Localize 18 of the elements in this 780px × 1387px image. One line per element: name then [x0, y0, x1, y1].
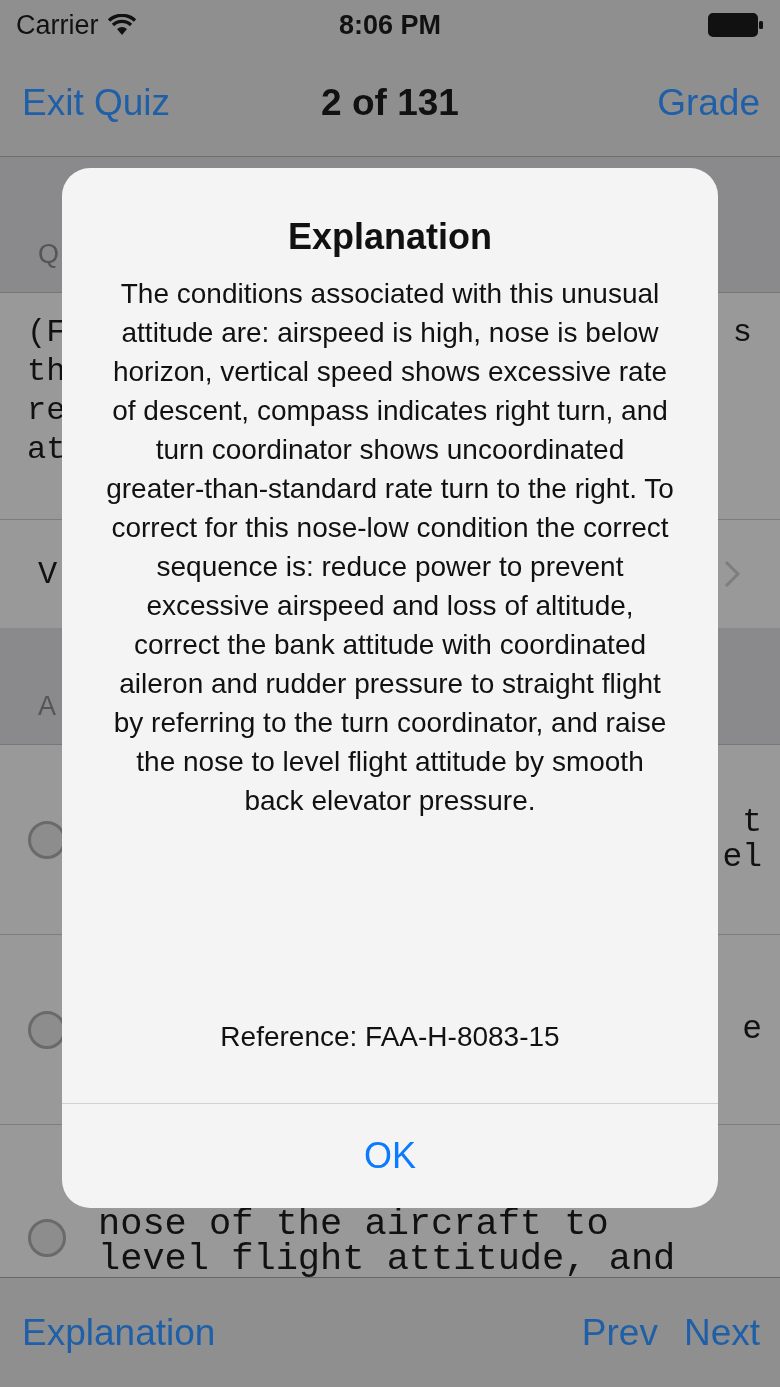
answer-text: e [742, 1012, 762, 1047]
alert-message: The conditions associated with this unusual attitude are: airspeed is high, nose is below horizon, vertical speed shows excessive rate of descent, compass indicates right turn, and turn coordinator shows uncoordinated greater-than-standard rate turn to the right. To correct for this nose-low condition the correct sequence is: reduce power to prevent excessive airspeed and loss of altitude, correct the bank attitude with coordinated aileron and rudder pressure to straight flight by referring to the turn coordinator, and raise the nose to level flight attitude by smooth back elevator pressure. [106, 277, 674, 818]
reference-text: Reference: FAA-H-8083-15 [220, 1021, 560, 1053]
answer-text: el [722, 839, 762, 875]
question-text: s [732, 313, 752, 352]
carrier-label: Carrier [16, 9, 99, 41]
answer-text: level flight attitude, and [98, 1242, 676, 1277]
clock-time: 8:06 PM [338, 9, 441, 41]
navigation-title: 2 of 131 [321, 82, 459, 124]
section-header-label: Q [38, 239, 59, 270]
row-label: V [38, 554, 58, 594]
section-header-label: A [38, 691, 56, 722]
question-text: at [27, 430, 66, 469]
alert-title: Explanation [288, 216, 492, 258]
answer-text: t [742, 804, 762, 840]
question-text: (F [27, 313, 66, 352]
answer-text: nose of the aircraft to [98, 1207, 609, 1242]
question-text: re [27, 391, 66, 430]
